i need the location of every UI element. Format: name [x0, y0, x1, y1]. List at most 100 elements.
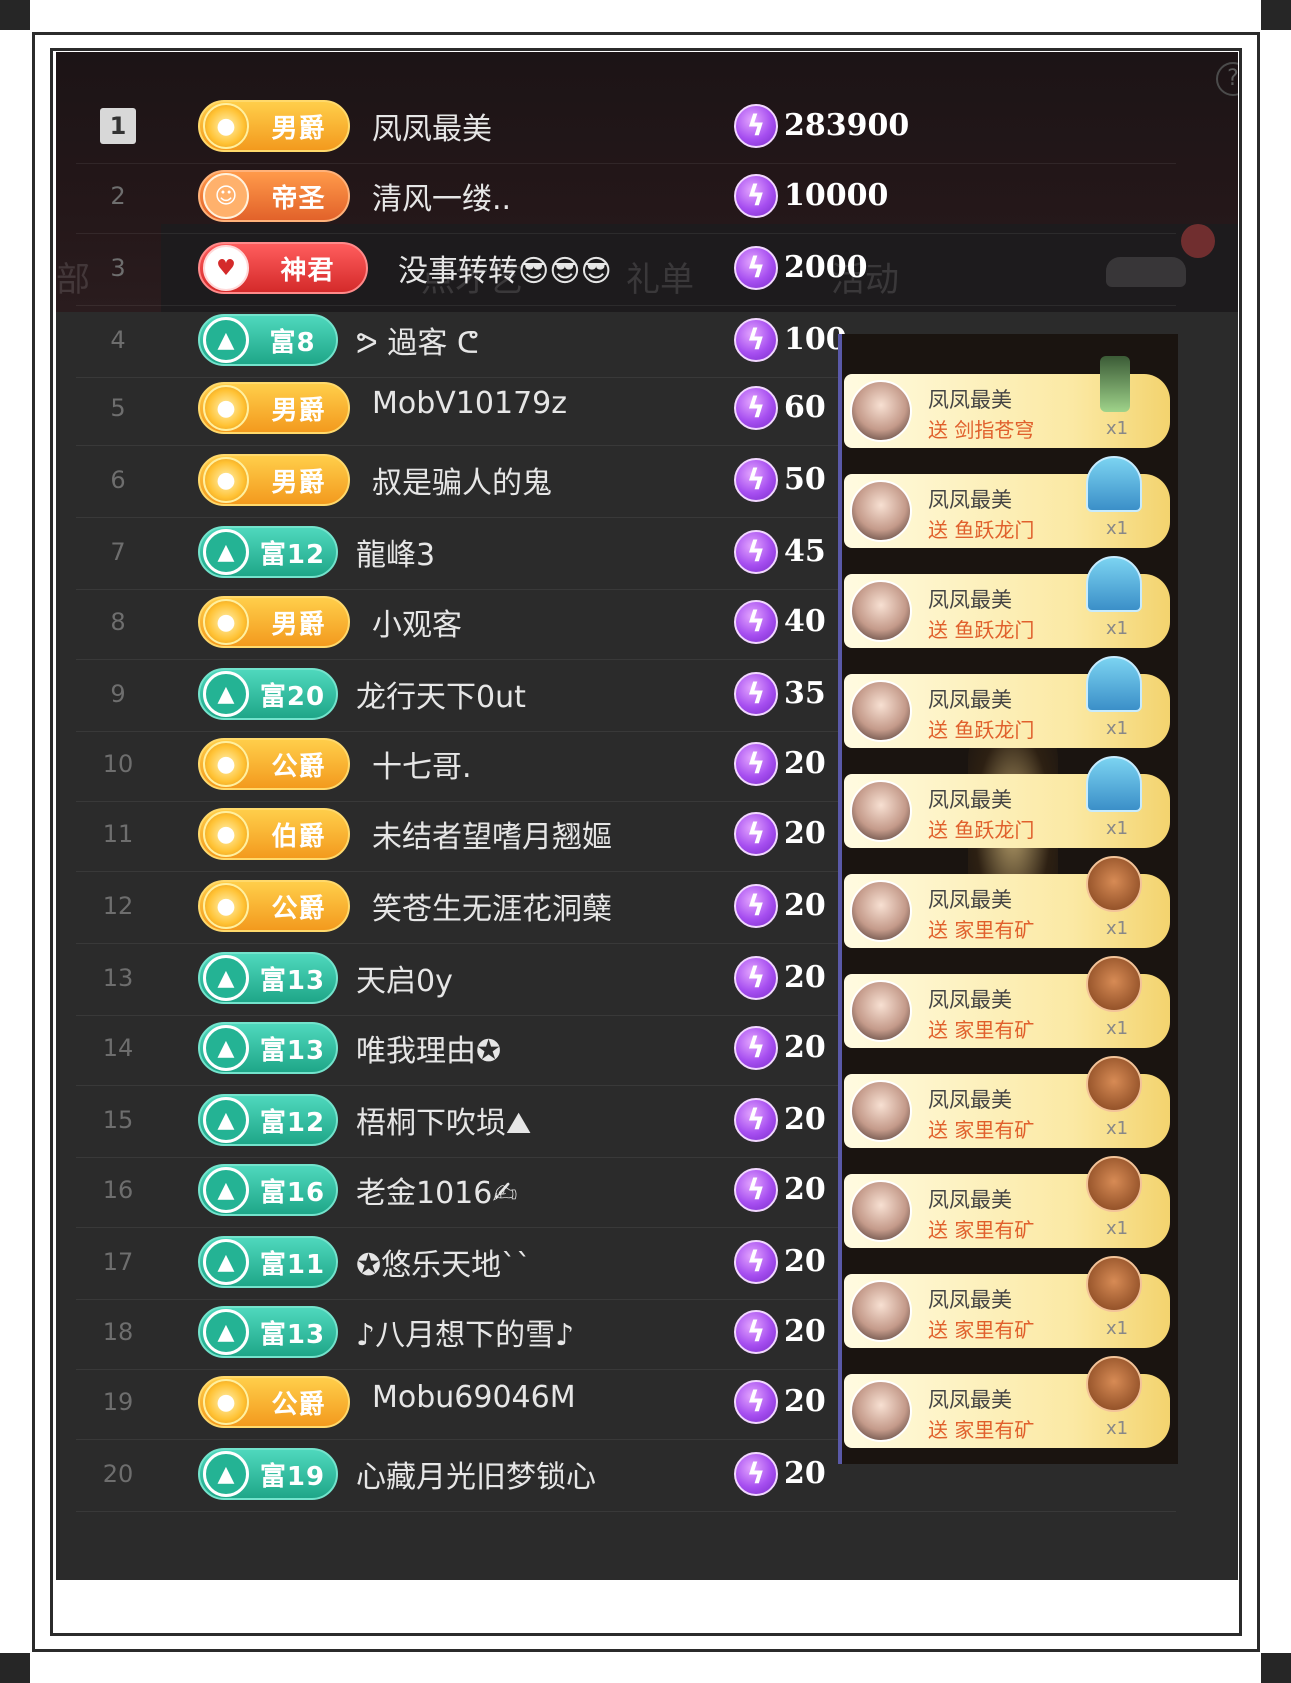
level-badge: ▲ 富13 — [198, 952, 338, 1004]
user-name[interactable]: 小观客 — [372, 600, 462, 644]
badge-label: 富8 — [269, 327, 316, 358]
rank-row[interactable]: 1 ● 男爵 凤凤最美 ϟ 283900 — [76, 88, 1176, 164]
gift-text: 送 家里有矿 — [928, 1118, 1035, 1142]
user-name[interactable]: MobV10179z — [372, 386, 567, 421]
rank-row[interactable]: 2 ☺ 帝圣 清风一缕.. ϟ 10000 — [76, 158, 1176, 234]
avatar[interactable] — [850, 980, 912, 1042]
user-name[interactable]: 清风一缕.. — [372, 174, 511, 218]
rank-number: 17 — [102, 1248, 134, 1276]
badge-emblem-icon: ☺ — [203, 173, 249, 219]
user-name[interactable]: ᕗ 過客 ᕦ — [356, 318, 479, 362]
user-name[interactable]: 梧桐下吹埙⛰ — [356, 1098, 531, 1142]
bear-gift-icon — [1086, 1156, 1142, 1212]
user-name[interactable]: ♪八月想下的雪♪ — [356, 1310, 574, 1354]
avatar[interactable] — [850, 680, 912, 742]
user-name[interactable]: 龍峰3 — [356, 530, 435, 574]
gift-message: 凤凤最美送 家里有矿 x1 — [844, 956, 1170, 1048]
gift-text: 送 家里有矿 — [928, 1018, 1035, 1042]
gift-text: 送 家里有矿 — [928, 1318, 1035, 1342]
avatar[interactable] — [850, 380, 912, 442]
score-value: 35 — [784, 676, 826, 711]
bear-gift-icon — [1086, 1356, 1142, 1412]
level-badge: ● 公爵 — [198, 738, 350, 790]
lightning-bolt-icon: ϟ — [734, 600, 778, 644]
lightning-bolt-icon: ϟ — [734, 174, 778, 218]
notification-dot — [1181, 224, 1215, 258]
rank-row[interactable]: 3 ♥ 神君 没事转转😎😎😎 ϟ 2000 — [76, 230, 1176, 306]
avatar[interactable] — [850, 1280, 912, 1342]
badge-label: 富12 — [259, 1107, 326, 1138]
user-name[interactable]: 没事转转😎😎😎 — [398, 246, 612, 290]
rank-number: 9 — [110, 680, 126, 708]
user-name[interactable]: 心藏月光旧梦锁心 — [356, 1452, 596, 1496]
score-value: 20 — [784, 1456, 826, 1491]
avatar[interactable] — [850, 580, 912, 642]
avatar[interactable] — [850, 780, 912, 842]
gift-text: 送 剑指苍穹 — [928, 418, 1035, 442]
rank-number: 18 — [102, 1318, 134, 1346]
score-value: 10000 — [784, 178, 889, 213]
score-value: 283900 — [784, 108, 910, 143]
user-name[interactable]: 十七哥. — [372, 742, 472, 786]
badge-emblem-icon: ● — [203, 103, 249, 149]
level-badge: ▲ 富12 — [198, 1094, 338, 1146]
user-name[interactable]: 笑苍生无涯花洞蘖 — [372, 884, 612, 928]
lightning-bolt-icon: ϟ — [734, 1098, 778, 1142]
badge-label: 伯爵 — [271, 821, 326, 852]
avatar[interactable] — [850, 1180, 912, 1242]
lightning-bolt-icon: ϟ — [734, 530, 778, 574]
level-badge: ☺ 帝圣 — [198, 170, 350, 222]
badge-emblem-icon: ▲ — [203, 529, 249, 575]
badge-label: 富13 — [259, 965, 326, 996]
lightning-bolt-icon: ϟ — [734, 386, 778, 430]
gift-sender: 凤凤最美 — [928, 1088, 1012, 1112]
gift-sender: 凤凤最美 — [928, 1288, 1012, 1312]
level-badge: ● 公爵 — [198, 1376, 350, 1428]
gift-message: 凤凤最美送 鱼跃龙门 x1 — [844, 456, 1170, 548]
user-name[interactable]: 未结者望嗜月翘嫗 — [372, 812, 612, 856]
lightning-bolt-icon: ϟ — [734, 318, 778, 362]
avatar[interactable] — [850, 1080, 912, 1142]
gift-feed: 凤凤最美送 剑指苍穹 x1 凤凤最美送 鱼跃龙门 x1 凤凤最美送 鱼跃龙门 x1 凤凤最美… — [838, 334, 1178, 1464]
avatar[interactable] — [850, 1380, 912, 1442]
score-value: 40 — [784, 604, 826, 639]
badge-label: 公爵 — [271, 1389, 326, 1420]
rank-number: 12 — [102, 892, 134, 920]
gift-count: x1 — [1106, 1118, 1129, 1139]
gift-text: 送 鱼跃龙门 — [928, 518, 1035, 542]
score-value: 20 — [784, 1314, 826, 1349]
corner-bottom-right — [1261, 1653, 1291, 1683]
level-badge: ● 男爵 — [198, 382, 350, 434]
gift-count: x1 — [1106, 618, 1129, 639]
user-name[interactable]: 龙行天下0ut — [356, 672, 526, 716]
corner-top-right — [1261, 0, 1291, 30]
user-name[interactable]: 叔是骗人的鬼 — [372, 458, 552, 502]
badge-label: 富20 — [259, 681, 326, 712]
badge-emblem-icon: ▲ — [203, 671, 249, 717]
badge-emblem-icon: ♥ — [203, 245, 249, 291]
badge-emblem-icon: ● — [203, 811, 249, 857]
bear-gift-icon — [1086, 1256, 1142, 1312]
gift-sender: 凤凤最美 — [928, 1388, 1012, 1412]
user-name[interactable]: 凤凤最美 — [372, 104, 492, 148]
gift-message: 凤凤最美送 鱼跃龙门 x1 — [844, 656, 1170, 748]
level-badge: ● 男爵 — [198, 596, 350, 648]
avatar[interactable] — [850, 480, 912, 542]
badge-label: 公爵 — [271, 751, 326, 782]
gift-count: x1 — [1106, 518, 1129, 539]
gift-text: 送 鱼跃龙门 — [928, 618, 1035, 642]
user-name[interactable]: 老金1016✍ — [356, 1168, 517, 1212]
corner-bottom-left — [0, 1653, 30, 1683]
badge-label: 富13 — [259, 1319, 326, 1350]
user-name[interactable]: 唯我理由✪ — [356, 1026, 501, 1070]
lightning-bolt-icon: ϟ — [734, 742, 778, 786]
gift-message: 凤凤最美送 家里有矿 x1 — [844, 1256, 1170, 1348]
badge-label: 富11 — [259, 1249, 326, 1280]
avatar[interactable] — [850, 880, 912, 942]
user-name[interactable]: Mobu69046M — [372, 1380, 576, 1415]
user-name[interactable]: ✪悠乐天地`` — [356, 1240, 531, 1284]
gift-text: 送 鱼跃龙门 — [928, 818, 1035, 842]
gift-text: 送 家里有矿 — [928, 1418, 1035, 1442]
user-name[interactable]: 天启0y — [356, 956, 453, 1000]
gift-sender: 凤凤最美 — [928, 788, 1012, 812]
